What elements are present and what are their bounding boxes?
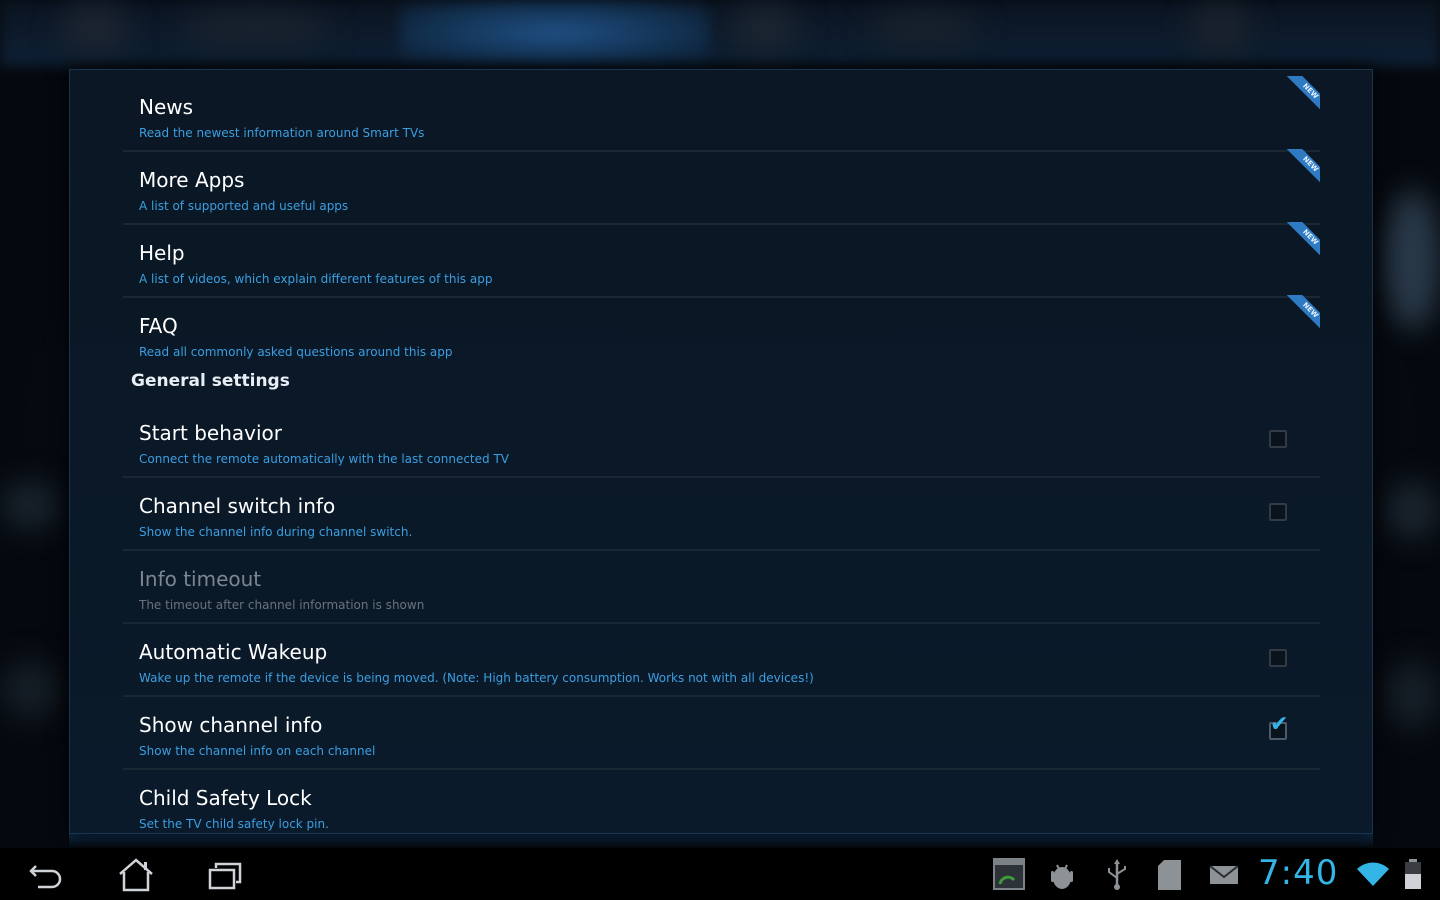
setting-title: More Apps	[139, 168, 245, 192]
setting-title: Child Safety Lock	[139, 786, 312, 810]
setting-title: Channel switch info	[139, 494, 336, 518]
setting-child-safety-lock[interactable]: Child Safety Lock Set the TV child safet…	[123, 770, 1320, 833]
wifi-icon	[1356, 862, 1390, 892]
show-channel-info-checkbox[interactable]: ✔	[1269, 714, 1288, 740]
clock: 7:40	[1258, 853, 1339, 893]
battery-icon	[1402, 858, 1424, 894]
setting-start-behavior[interactable]: Start behavior Connect the remote automa…	[123, 405, 1320, 478]
automatic-wakeup-checkbox[interactable]	[1269, 649, 1287, 667]
android-debug-icon	[1046, 858, 1078, 896]
sd-card-icon	[1155, 858, 1185, 896]
setting-summary: Wake up the remote if the device is bein…	[139, 671, 814, 685]
checkmark-icon: ✔	[1270, 712, 1289, 737]
setting-title: News	[139, 95, 194, 119]
setting-title: Start behavior	[139, 421, 282, 445]
settings-panel: News Read the newest information around …	[69, 69, 1373, 834]
home-icon[interactable]	[108, 854, 164, 894]
setting-faq[interactable]: FAQ Read all commonly asked questions ar…	[123, 295, 1320, 364]
email-icon	[1208, 862, 1240, 892]
settings-list: News Read the newest information around …	[123, 76, 1320, 833]
setting-summary: Read all commonly asked questions around…	[139, 345, 453, 359]
setting-summary: Set the TV child safety lock pin.	[139, 817, 329, 831]
setting-summary: Show the channel info on each channel	[139, 744, 376, 758]
setting-news[interactable]: News Read the newest information around …	[123, 76, 1320, 152]
setting-title: Show channel info	[139, 713, 323, 737]
new-badge: NEW	[1284, 149, 1320, 185]
setting-summary: The timeout after channel information is…	[139, 598, 425, 612]
setting-show-channel-info[interactable]: Show channel info Show the channel info …	[123, 697, 1320, 770]
setting-summary: A list of supported and useful apps	[139, 199, 349, 213]
screenshot-icon	[992, 856, 1026, 896]
setting-title: FAQ	[139, 314, 178, 338]
setting-help[interactable]: Help A list of videos, which explain dif…	[123, 222, 1320, 298]
setting-title: Info timeout	[139, 567, 262, 591]
category-header-general: General settings	[123, 364, 1320, 405]
setting-title: Help	[139, 241, 185, 265]
setting-summary: A list of videos, which explain differen…	[139, 272, 493, 286]
recent-apps-icon[interactable]	[198, 854, 254, 894]
setting-channel-switch-info[interactable]: Channel switch info Show the channel inf…	[123, 478, 1320, 551]
new-badge: NEW	[1284, 295, 1320, 331]
setting-info-timeout: Info timeout The timeout after channel i…	[123, 551, 1320, 624]
setting-summary: Connect the remote automatically with th…	[139, 452, 509, 466]
setting-title: Automatic Wakeup	[139, 640, 328, 664]
new-badge: NEW	[1284, 76, 1320, 112]
panel-bottom-glow	[69, 832, 1373, 848]
back-icon[interactable]	[18, 854, 74, 894]
setting-more-apps[interactable]: More Apps A list of supported and useful…	[123, 149, 1320, 225]
category-title: General settings	[131, 371, 290, 391]
usb-icon	[1104, 858, 1130, 896]
setting-summary: Show the channel info during channel swi…	[139, 525, 413, 539]
setting-summary: Read the newest information around Smart…	[139, 126, 425, 140]
setting-automatic-wakeup[interactable]: Automatic Wakeup Wake up the remote if t…	[123, 624, 1320, 697]
channel-switch-info-checkbox[interactable]	[1269, 503, 1287, 521]
new-badge: NEW	[1284, 222, 1320, 258]
start-behavior-checkbox[interactable]	[1269, 430, 1287, 448]
